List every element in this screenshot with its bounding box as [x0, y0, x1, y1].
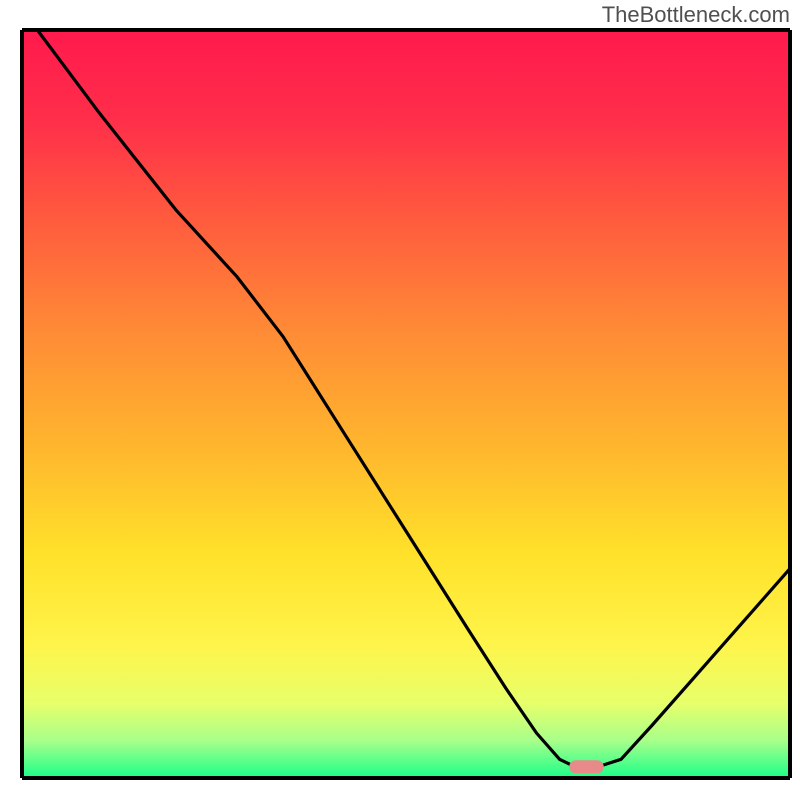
- plot-area: [22, 30, 790, 778]
- bottleneck-chart: TheBottleneck.com: [0, 0, 800, 800]
- gradient-background: [22, 30, 790, 778]
- chart-svg: [0, 0, 800, 800]
- optimal-marker: [569, 760, 604, 773]
- watermark-text: TheBottleneck.com: [602, 2, 790, 28]
